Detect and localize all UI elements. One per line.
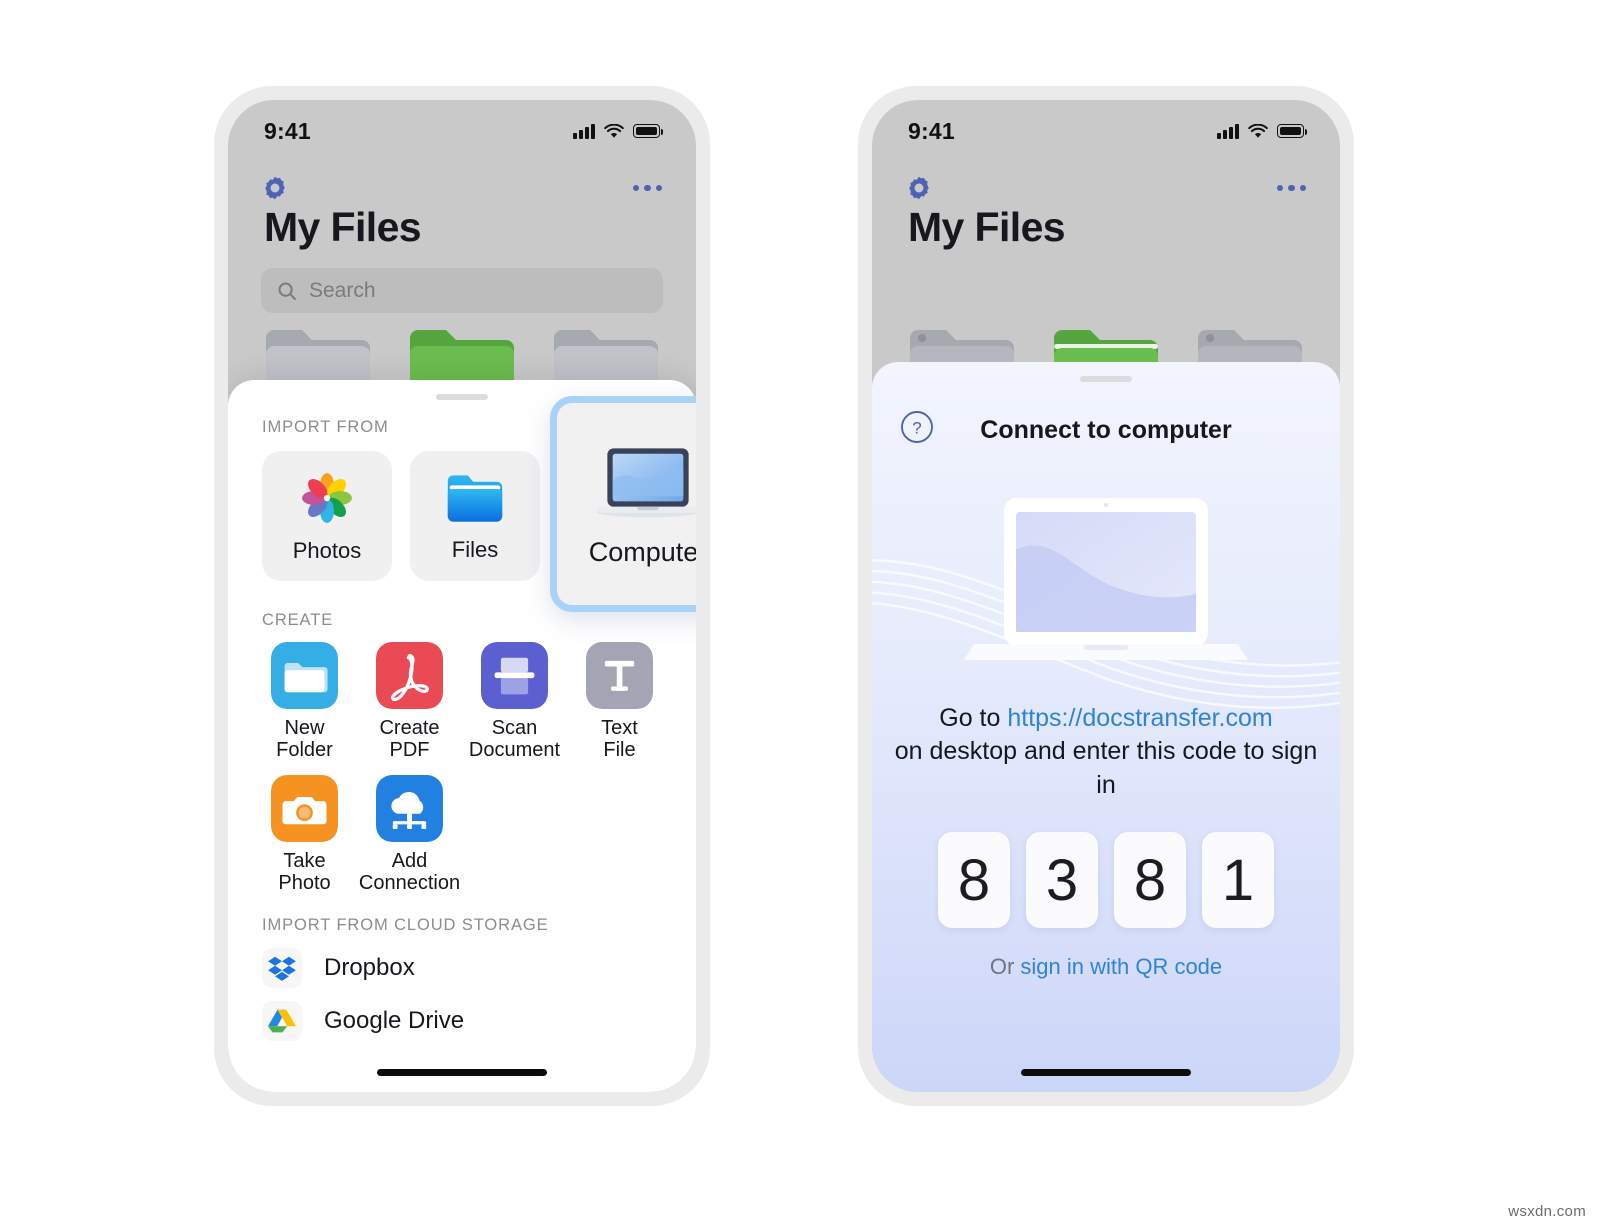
search-icon [278,282,296,300]
photos-app-icon [302,473,352,523]
gear-icon[interactable] [906,175,932,201]
text-file-icon [586,642,653,709]
connect-sheet-title: Connect to computer [980,416,1232,444]
page-title: My Files [264,204,422,250]
status-icons [573,123,664,139]
create-add-connection[interactable]: Add Connection [357,775,462,894]
search-input[interactable]: Search [261,268,663,313]
new-folder-icon [271,642,338,709]
import-computer-card-highlighted[interactable]: Computer [550,396,696,612]
gear-icon[interactable] [262,175,288,201]
watermark: wsxdn.com [1508,1203,1586,1220]
status-bar: 9:41 [228,100,696,162]
status-time: 9:41 [908,117,955,144]
status-bar: 9:41 [872,100,1340,162]
qr-signin-line: Or sign in with QR code [872,954,1340,980]
pairing-code-row: 8 3 8 1 [872,832,1340,928]
import-photos-card[interactable]: Photos [262,451,392,581]
cloud-item-google-drive[interactable]: Google Drive [228,988,696,1042]
connect-to-computer-sheet: ? Connect to computer Go to https://docs… [872,362,1340,1092]
search-placeholder: Search [309,278,376,302]
connect-instruction: Go to https://docstransfer.com on deskto… [892,702,1320,802]
import-card-label: Photos [292,538,362,563]
laptop-illustration [872,492,1340,672]
import-card-label: Files [451,537,499,562]
phone-screen-left: 9:41 My Files Search IMPORT FROM Photos … [228,100,696,1092]
create-item-label: Take Photo [278,850,331,894]
code-digit: 3 [1026,832,1098,928]
cloud-item-label: Dropbox [324,954,415,982]
sheet-grabber[interactable] [436,394,488,400]
status-icons [1217,123,1308,139]
screenshot-stage: 9:41 My Files Search IMPORT FROM Photos … [0,0,1600,1230]
create-item-label: Text File [601,717,638,761]
create-label: CREATE [262,611,334,629]
cellular-bars-icon [1217,123,1239,139]
wifi-icon [604,123,624,138]
create-text-file[interactable]: Text File [567,642,672,761]
wifi-icon [1248,123,1268,138]
code-digit: 1 [1202,832,1274,928]
create-pdf[interactable]: Create PDF [357,642,462,761]
dropbox-icon [262,948,302,989]
create-take-photo[interactable]: Take Photo [252,775,357,894]
scanner-icon [481,642,548,709]
files-folder-icon [447,475,503,522]
cloud-connection-icon [376,775,443,843]
more-horizontal-icon[interactable] [632,184,662,192]
camera-icon [271,775,338,843]
pdf-icon [376,642,443,709]
instruction-prefix: Go to [939,704,1008,732]
phone-mockup-left: 9:41 My Files Search IMPORT FROM Photos … [214,86,710,1106]
google-drive-icon [262,1001,302,1042]
code-digit: 8 [938,832,1010,928]
home-indicator [1021,1069,1191,1076]
more-horizontal-icon[interactable] [1276,184,1306,192]
create-actions-grid: New Folder Create PDF Scan Document Text… [228,630,696,894]
home-indicator [377,1069,547,1076]
sheet-grabber[interactable] [1080,376,1132,382]
laptop-icon [596,447,696,517]
battery-full-icon [1277,124,1308,138]
import-files-card[interactable]: Files [410,451,540,581]
code-digit: 8 [1114,832,1186,928]
cloud-storage-label: IMPORT FROM CLOUD STORAGE [262,916,549,935]
battery-full-icon [633,124,664,138]
qr-prefix: Or [989,954,1021,979]
create-item-label: New Folder [276,717,333,761]
cloud-item-dropbox[interactable]: Dropbox [228,935,696,989]
qr-signin-link[interactable]: sign in with QR code [1020,954,1222,979]
create-item-label: Scan Document [468,717,561,761]
import-card-label: Computer [588,536,696,567]
status-time: 9:41 [264,117,311,144]
create-item-label: Add Connection [358,850,461,894]
create-new-folder[interactable]: New Folder [252,642,357,761]
create-item-label: Create PDF [379,717,440,761]
cloud-item-label: Google Drive [324,1007,465,1035]
create-scan-document[interactable]: Scan Document [462,642,567,761]
page-title: My Files [908,204,1066,250]
phone-mockup-right: 9:41 My Files ? Connect to computer Go t… [858,86,1354,1106]
instruction-suffix: on desktop and enter this code to sign i… [894,737,1318,799]
import-bottom-sheet: IMPORT FROM Photos Files Computer CREATE… [228,380,696,1092]
cellular-bars-icon [573,123,595,139]
phone-screen-right: 9:41 My Files ? Connect to computer Go t… [872,100,1340,1092]
docstransfer-url-link[interactable]: https://docstransfer.com [1007,704,1272,732]
